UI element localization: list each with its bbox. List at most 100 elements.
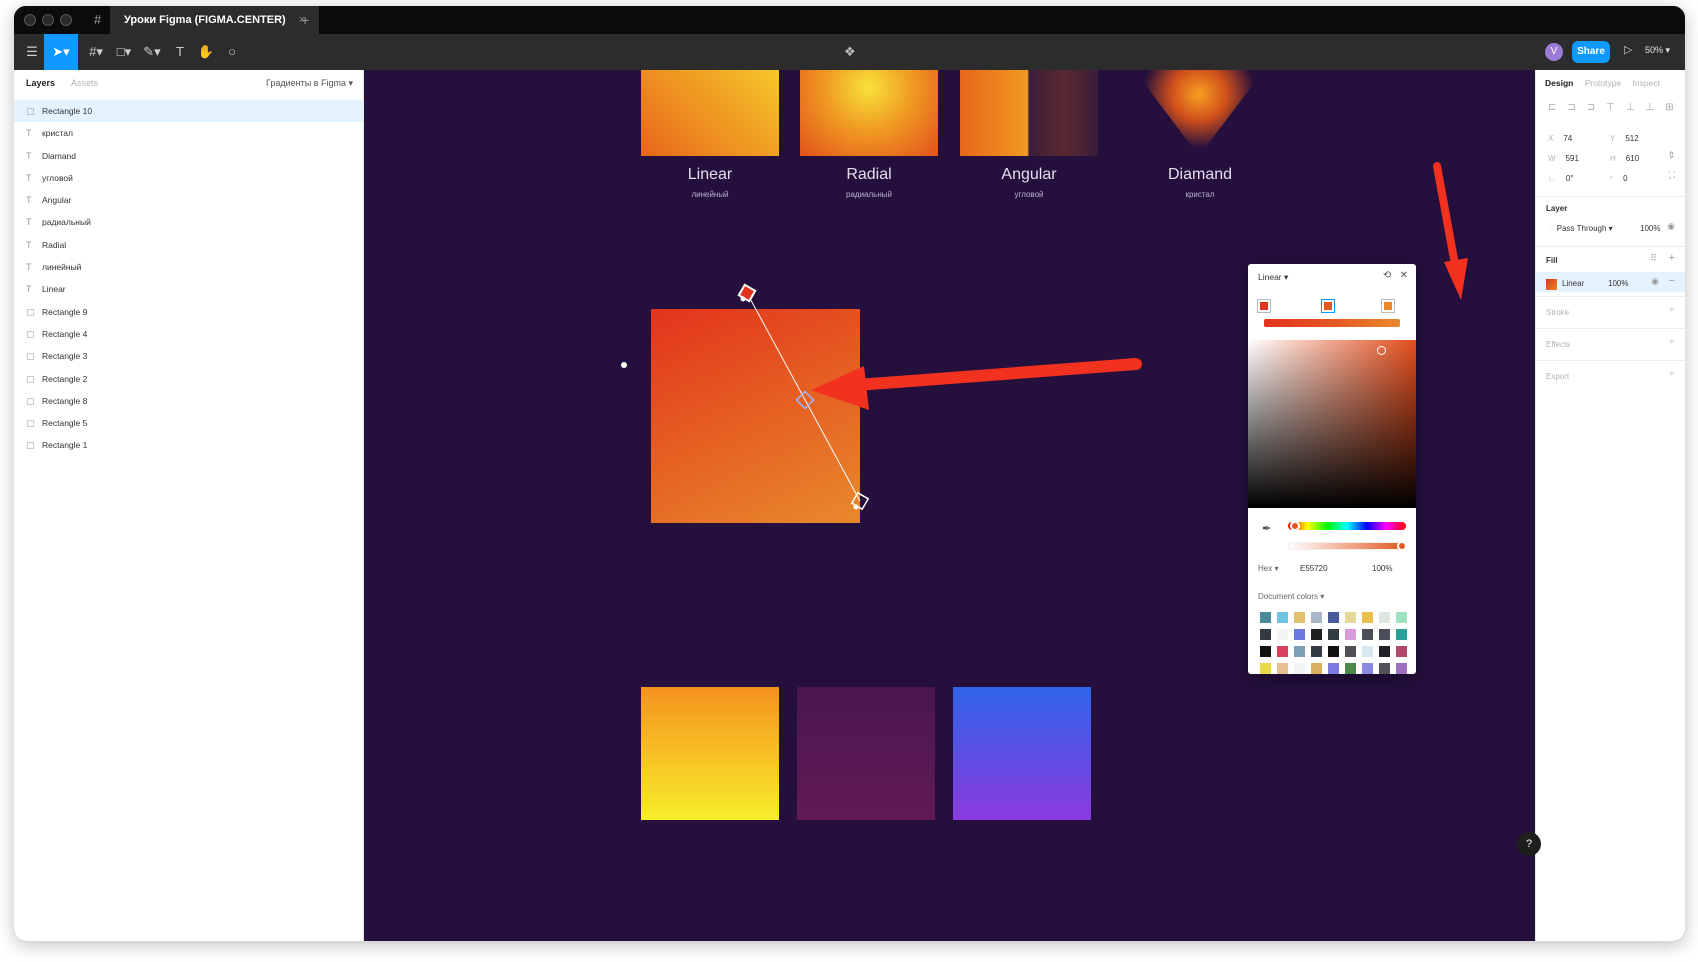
- document-color-swatch[interactable]: [1396, 612, 1407, 623]
- fill-swatch[interactable]: [1546, 279, 1557, 290]
- gradient-stop-mid[interactable]: [1321, 299, 1335, 313]
- document-color-swatch[interactable]: [1311, 612, 1322, 623]
- document-color-swatch[interactable]: [1277, 663, 1288, 674]
- document-color-swatch[interactable]: [1328, 646, 1339, 657]
- shape-tool-icon[interactable]: □▾: [110, 34, 138, 70]
- hue-thumb[interactable]: [1290, 521, 1300, 531]
- blend-mode-dropdown[interactable]: ◌ Pass Through ▾: [1548, 224, 1613, 233]
- blue-violet-swatch[interactable]: [953, 687, 1091, 820]
- layer-item[interactable]: T Angular: [14, 189, 363, 211]
- tab-prototype[interactable]: Prototype: [1585, 78, 1621, 88]
- color-format-dropdown[interactable]: Hex ▾: [1258, 564, 1278, 573]
- help-button[interactable]: ?: [1517, 832, 1541, 856]
- document-color-swatch[interactable]: [1362, 646, 1373, 657]
- alignment-icons[interactable]: ⊏⊐⊐⊤⊥⊥⊞: [1548, 102, 1685, 113]
- document-color-swatch[interactable]: [1328, 629, 1339, 640]
- layer-item[interactable]: T Linear: [14, 278, 363, 300]
- document-color-swatch[interactable]: [1379, 646, 1390, 657]
- layer-item[interactable]: Tлинейный: [14, 256, 363, 278]
- document-color-swatch[interactable]: [1311, 629, 1322, 640]
- present-icon[interactable]: ▷: [1624, 43, 1632, 56]
- document-color-swatch[interactable]: [1379, 629, 1390, 640]
- document-color-swatch[interactable]: [1260, 663, 1271, 674]
- main-menu-icon[interactable]: ☰: [18, 34, 46, 70]
- color-opacity-input[interactable]: 100%: [1372, 564, 1392, 573]
- pen-tool-icon[interactable]: ✎▾: [138, 34, 166, 70]
- remove-fill-icon[interactable]: −: [1669, 275, 1675, 287]
- page-selector[interactable]: Градиенты в Figma ▾: [266, 78, 353, 89]
- radius-field[interactable]: ◜ 0: [1610, 174, 1628, 183]
- document-color-swatch[interactable]: [1311, 646, 1322, 657]
- layer-item[interactable]: Tкристал: [14, 122, 363, 144]
- hue-slider[interactable]: [1288, 521, 1406, 531]
- fill-visibility-icon[interactable]: ◉: [1651, 276, 1659, 287]
- styles-icon[interactable]: ⠿: [1650, 253, 1657, 264]
- file-tab[interactable]: Уроки Figma (FIGMA.CENTER) ×: [110, 6, 320, 34]
- zoom-dropdown[interactable]: 50% ▾: [1645, 45, 1670, 56]
- document-color-swatch[interactable]: [1362, 629, 1373, 640]
- sv-cursor[interactable]: [1377, 346, 1386, 355]
- document-color-swatch[interactable]: [1260, 646, 1271, 657]
- document-color-swatch[interactable]: [1260, 629, 1271, 640]
- document-color-swatch[interactable]: [1277, 612, 1288, 623]
- independent-corners-icon[interactable]: ⛶: [1669, 170, 1675, 181]
- window-close-dot[interactable]: [24, 14, 36, 26]
- document-color-swatch[interactable]: [1379, 612, 1390, 623]
- document-color-swatch[interactable]: [1277, 646, 1288, 657]
- document-color-swatch[interactable]: [1345, 663, 1356, 674]
- layer-item[interactable]: T Radial: [14, 234, 363, 256]
- window-maximize-dot[interactable]: [60, 14, 72, 26]
- tab-design[interactable]: Design: [1545, 78, 1573, 88]
- tab-layers[interactable]: Layers: [26, 78, 55, 88]
- share-button[interactable]: Share: [1572, 41, 1610, 63]
- purple-swatch[interactable]: [797, 687, 935, 820]
- document-color-swatch[interactable]: [1345, 646, 1356, 657]
- document-color-swatch[interactable]: [1379, 663, 1390, 674]
- document-color-swatch[interactable]: [1362, 612, 1373, 623]
- layer-item[interactable]: ▢ Rectangle 10: [14, 100, 363, 123]
- comment-tool-icon[interactable]: ○: [218, 34, 246, 70]
- new-tab-icon[interactable]: +: [301, 12, 309, 28]
- yellow-orange-swatch[interactable]: [641, 687, 779, 820]
- layer-item[interactable]: ▢ Rectangle 9: [14, 301, 363, 323]
- gradient-stop-start[interactable]: [1257, 299, 1271, 313]
- window-minimize-dot[interactable]: [42, 14, 54, 26]
- layer-item[interactable]: Tугловой: [14, 167, 363, 189]
- hand-tool-icon[interactable]: ✋: [192, 34, 220, 70]
- layer-item[interactable]: ▢ Rectangle 2: [14, 368, 363, 390]
- document-color-swatch[interactable]: [1345, 612, 1356, 623]
- rotation-field[interactable]: ∟ 0°: [1548, 174, 1574, 183]
- add-effect-icon[interactable]: +: [1669, 336, 1675, 348]
- document-color-swatch[interactable]: [1345, 629, 1356, 640]
- component-icon[interactable]: ❖: [844, 44, 856, 60]
- hex-input[interactable]: E55720: [1300, 564, 1328, 573]
- rotate-icon[interactable]: ⟲: [1383, 270, 1391, 281]
- layer-item[interactable]: ▢ Rectangle 3: [14, 345, 363, 367]
- add-stroke-icon[interactable]: +: [1669, 304, 1675, 316]
- text-tool-icon[interactable]: T: [166, 34, 194, 70]
- frame-tool-icon[interactable]: #▾: [82, 34, 110, 70]
- layer-item[interactable]: Tрадиальный: [14, 211, 363, 233]
- h-field[interactable]: H 610: [1610, 154, 1639, 163]
- layer-opacity-input[interactable]: 100%: [1640, 224, 1660, 233]
- fill-type[interactable]: Linear: [1562, 279, 1584, 288]
- tab-assets[interactable]: Assets: [71, 78, 98, 88]
- close-picker-icon[interactable]: ✕: [1400, 270, 1408, 281]
- add-export-icon[interactable]: +: [1669, 368, 1675, 380]
- document-color-swatch[interactable]: [1311, 663, 1322, 674]
- avatar[interactable]: V: [1545, 43, 1563, 61]
- y-field[interactable]: Y 512: [1610, 134, 1639, 143]
- opacity-slider[interactable]: [1288, 541, 1407, 551]
- layer-item[interactable]: ▢ Rectangle 8: [14, 390, 363, 412]
- gradient-type-dropdown[interactable]: Linear ▾: [1258, 272, 1288, 283]
- eyedropper-icon[interactable]: ✒: [1262, 522, 1271, 535]
- tab-inspect[interactable]: Inspect: [1632, 78, 1659, 88]
- gradient-stop-end[interactable]: [1381, 299, 1395, 313]
- constrain-proportions-icon[interactable]: ⇕: [1667, 150, 1675, 161]
- visibility-icon[interactable]: ◉: [1667, 221, 1675, 232]
- document-color-swatch[interactable]: [1328, 663, 1339, 674]
- document-color-swatch[interactable]: [1396, 663, 1407, 674]
- document-color-swatch[interactable]: [1294, 629, 1305, 640]
- w-field[interactable]: W 591: [1548, 154, 1579, 163]
- document-color-swatch[interactable]: [1362, 663, 1373, 674]
